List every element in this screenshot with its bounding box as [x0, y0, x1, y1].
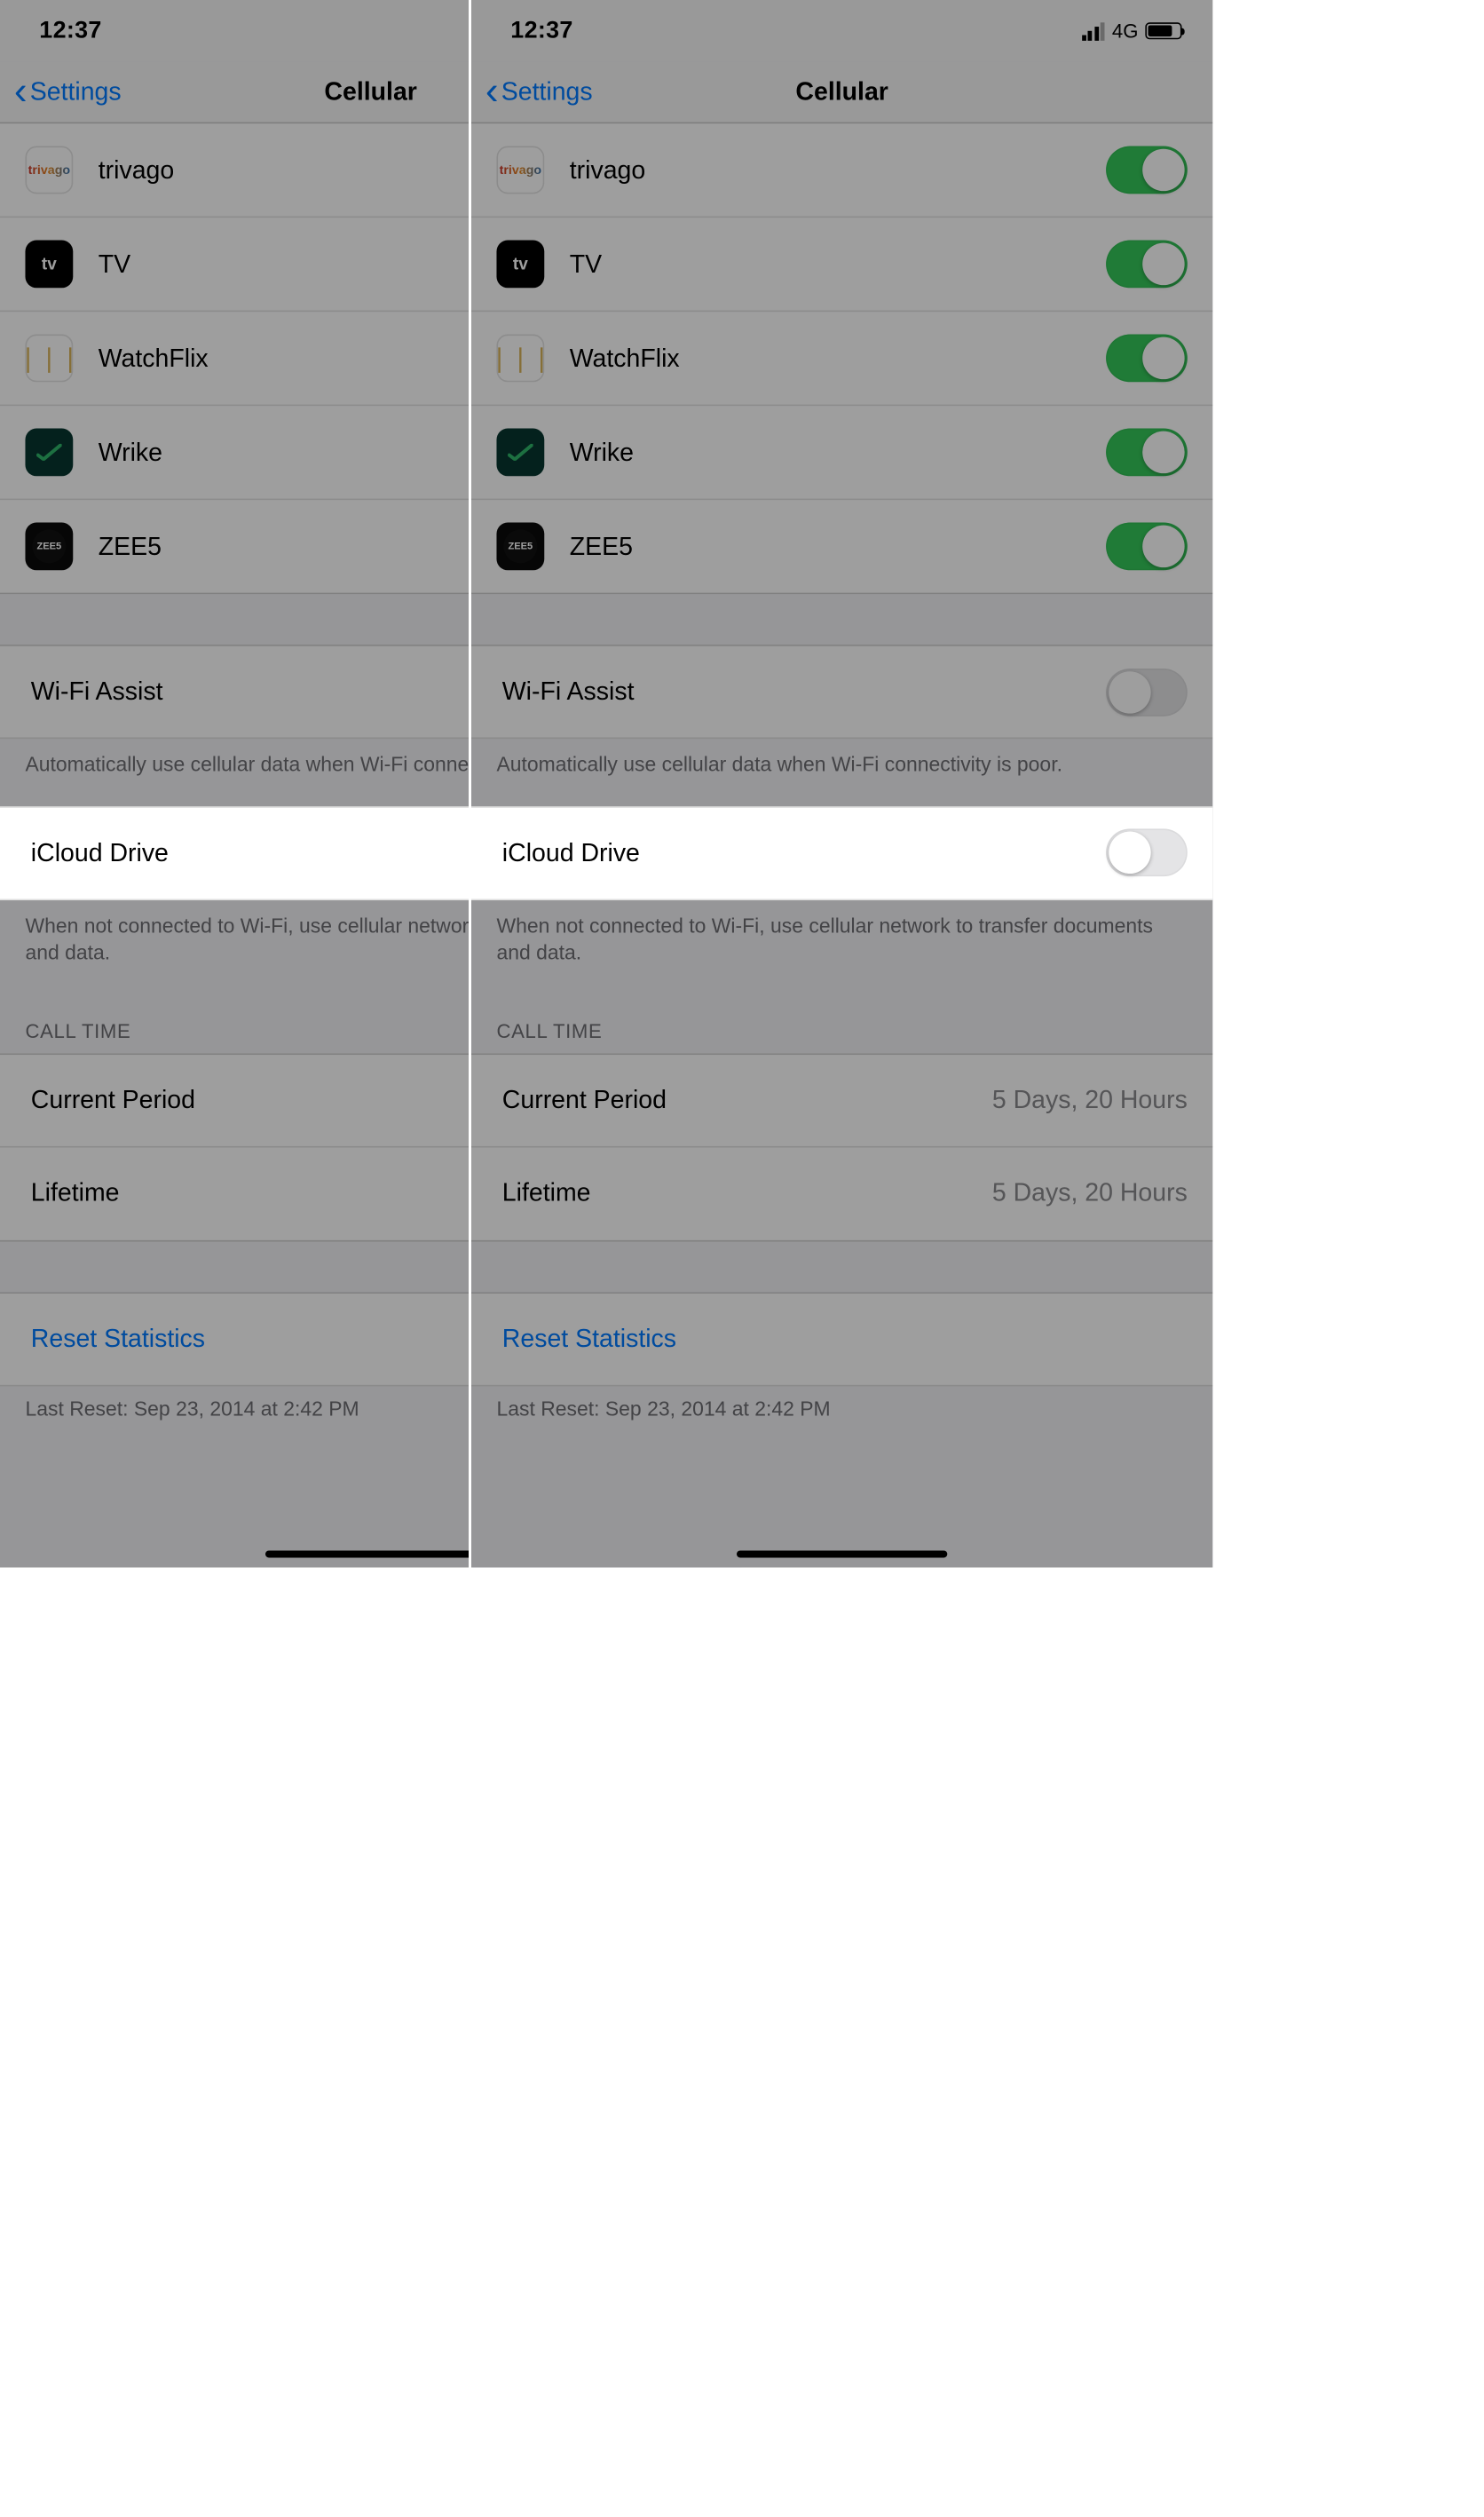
back-button[interactable]: ‹ Settings — [485, 77, 593, 107]
icloud-drive-toggle[interactable] — [1106, 828, 1188, 876]
app-row-tv: tv TV — [471, 218, 1212, 312]
reset-statistics-row[interactable]: Reset Statistics — [471, 1292, 1212, 1386]
current-period-label: Current Period — [31, 1085, 521, 1114]
app-icon: tv — [496, 241, 544, 289]
wifi-assist-label: Wi-Fi Assist — [502, 677, 1106, 707]
phone-right: 12:37 4G ‹ Settings Cellular trivago tri… — [471, 0, 1212, 1568]
app-label: trivago — [570, 155, 1106, 185]
wifi-assist-footer: Automatically use cellular data when Wi-… — [471, 739, 1212, 805]
battery-icon — [1145, 22, 1181, 39]
icloud-drive-footer: When not connected to Wi-Fi, use cellula… — [471, 899, 1212, 993]
content: trivago trivago tv TV ❘❘❘ WatchFlix Wrik… — [471, 123, 1212, 1450]
home-indicator — [737, 1551, 947, 1558]
status-bar: 12:37 4G — [471, 0, 1212, 62]
current-period-label: Current Period — [502, 1085, 992, 1114]
back-label: Settings — [501, 77, 593, 107]
nav-title: Cellular — [795, 77, 888, 107]
app-label: TV — [570, 249, 1106, 279]
app-icon: ❘❘❘ — [496, 335, 544, 383]
toggle[interactable] — [1106, 429, 1188, 477]
nav-title: Cellular — [324, 77, 416, 107]
app-icon: ZEE5 — [25, 523, 73, 571]
app-row-zee5: ZEE5 ZEE5 — [471, 500, 1212, 594]
lifetime-label: Lifetime — [502, 1179, 992, 1208]
lifetime-row: Lifetime 5 Days, 20 Hours — [471, 1147, 1212, 1241]
status-time: 12:37 — [510, 17, 572, 45]
toggle[interactable] — [1106, 523, 1188, 571]
app-icon — [25, 429, 73, 477]
current-period-row: Current Period 5 Days, 20 Hours — [471, 1053, 1212, 1147]
app-row-trivago: trivago trivago — [471, 123, 1212, 218]
back-button[interactable]: ‹ Settings — [14, 77, 122, 107]
app-icon — [496, 429, 544, 477]
app-icon: ZEE5 — [496, 523, 544, 571]
icloud-drive-label: iCloud Drive — [502, 838, 1106, 867]
toggle[interactable] — [1106, 146, 1188, 194]
wifi-assist-row: Wi-Fi Assist — [471, 645, 1212, 739]
toggle[interactable] — [1106, 241, 1188, 289]
home-indicator — [265, 1551, 476, 1558]
app-row-watchflix: ❘❘❘ WatchFlix — [471, 312, 1212, 406]
app-icon: trivago — [496, 146, 544, 194]
toggle[interactable] — [1106, 335, 1188, 383]
back-label: Settings — [30, 77, 122, 107]
current-period-value: 5 Days, 20 Hours — [992, 1085, 1188, 1114]
nav-bar: ‹ Settings Cellular — [471, 62, 1212, 124]
wifi-assist-toggle[interactable] — [1106, 668, 1188, 716]
app-label: ZEE5 — [570, 532, 1106, 561]
last-reset-footer: Last Reset: Sep 23, 2014 at 2:42 PM — [471, 1386, 1212, 1450]
app-label: Wrike — [570, 438, 1106, 467]
app-label: WatchFlix — [570, 344, 1106, 373]
lifetime-value: 5 Days, 20 Hours — [992, 1179, 1188, 1208]
reset-statistics-label: Reset Statistics — [502, 1324, 1188, 1353]
app-icon: tv — [25, 241, 73, 289]
status-right: 4G — [1082, 20, 1182, 42]
signal-icon — [1082, 22, 1105, 41]
lifetime-label: Lifetime — [31, 1179, 521, 1208]
icloud-drive-row: iCloud Drive — [471, 805, 1212, 899]
status-time: 12:37 — [39, 17, 101, 45]
app-row-wrike: Wrike — [471, 406, 1212, 500]
app-icon: ❘❘❘ — [25, 335, 73, 383]
call-time-header: CALL TIME — [471, 994, 1212, 1053]
network-label: 4G — [1112, 20, 1139, 42]
app-icon: trivago — [25, 146, 73, 194]
